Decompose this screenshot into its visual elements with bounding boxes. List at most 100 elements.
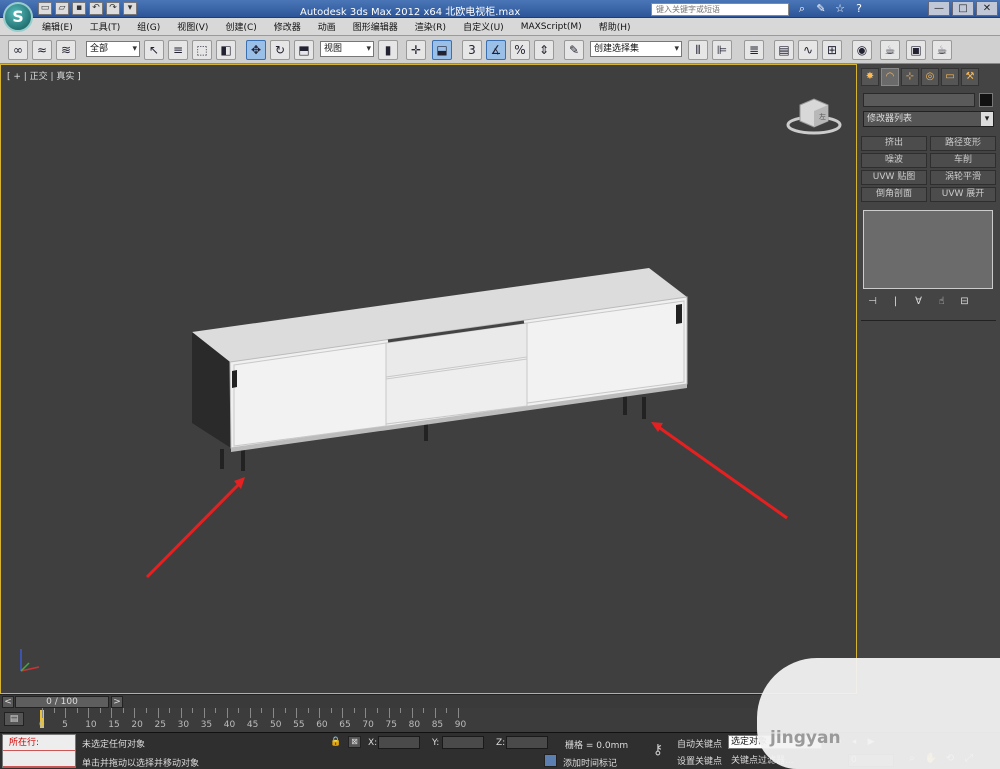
menu-rendering[interactable]: 渲染(R) [415, 20, 446, 33]
save-file-icon[interactable]: ▪ [72, 2, 86, 15]
render-setup-icon[interactable]: ☕ [880, 40, 900, 60]
perspective-viewport[interactable]: [ + | 正交 | 真实 ] 左 [0, 64, 857, 694]
select-manipulate-icon[interactable]: ✛ [406, 40, 426, 60]
window-crossing-icon[interactable]: ◧ [216, 40, 236, 60]
curve-editor-icon[interactable]: ∿ [798, 40, 818, 60]
display-tab-icon[interactable]: ▭ [941, 68, 959, 86]
maxscript-listener[interactable]: 所在行: [2, 734, 76, 768]
remove-modifier-icon[interactable]: ☝ [934, 295, 949, 309]
menu-create[interactable]: 创建(C) [225, 20, 256, 33]
time-slider[interactable]: < 0 / 100 > [0, 694, 857, 708]
menu-animation[interactable]: 动画 [318, 20, 336, 33]
modifier-button[interactable]: 噪波 [861, 153, 927, 168]
modify-tab-icon[interactable]: ◠ [881, 68, 899, 86]
modifier-button[interactable]: 挤出 [861, 136, 927, 151]
modifier-stack[interactable] [863, 210, 993, 289]
menu-views[interactable]: 视图(V) [177, 20, 208, 33]
make-unique-icon[interactable]: ∀ [911, 295, 926, 309]
app-logo[interactable]: S [3, 2, 33, 32]
add-time-tag-icon[interactable] [544, 754, 557, 767]
selection-filter-dropdown[interactable]: 全部 [86, 41, 140, 57]
named-selection-dropdown[interactable]: 创建选择集 [590, 41, 682, 57]
modifier-button[interactable]: UVW 贴图 [861, 170, 927, 185]
angle-snap-icon[interactable]: ∡ [486, 40, 506, 60]
link-icon[interactable]: ∞ [8, 40, 28, 60]
y-coordinate-field[interactable] [442, 736, 484, 749]
menu-edit[interactable]: 编辑(E) [42, 20, 73, 33]
modifier-button[interactable]: 涡轮平滑 [930, 170, 996, 185]
set-key-button[interactable]: 设置关键点 [677, 754, 722, 767]
set-key-icon[interactable]: ⚷ [645, 739, 671, 761]
maxscript-line [3, 751, 75, 767]
edit-named-selection-icon[interactable]: ✎ [564, 40, 584, 60]
rectangular-selection-icon[interactable]: ⬚ [192, 40, 212, 60]
track-bar-toggle-icon[interactable]: ▤ [4, 712, 24, 726]
tools-icon[interactable]: ✎ [814, 2, 828, 16]
select-and-move-icon[interactable]: ✥ [246, 40, 266, 60]
select-and-rotate-icon[interactable]: ↻ [270, 40, 290, 60]
help-icon[interactable]: ? [852, 2, 866, 16]
menu-maxscript[interactable]: MAXScript(M) [521, 22, 582, 32]
select-by-name-icon[interactable]: ≡ [168, 40, 188, 60]
new-file-icon[interactable]: ▭ [38, 2, 52, 15]
search-input[interactable]: 键入关键字或短语 [651, 3, 789, 16]
track-bar[interactable]: ▤ 0 5 10 15 20 25 30 35 40 45 50 55 60 65 70 75 80 85 90 [0, 708, 857, 732]
modifier-list-dropdown[interactable]: 修改器列表 [863, 111, 994, 127]
redo-icon[interactable]: ↷ [106, 2, 120, 15]
bind-space-warp-icon[interactable]: ≋ [56, 40, 76, 60]
undo-icon[interactable]: ↶ [89, 2, 103, 15]
modifier-button[interactable]: 倒角剖面 [861, 187, 927, 202]
modifier-button[interactable]: 车削 [930, 153, 996, 168]
binoculars-icon[interactable]: ⌕ [795, 2, 809, 16]
percent-snap-icon[interactable]: % [510, 40, 530, 60]
mirror-icon[interactable]: ⫴ [688, 40, 708, 60]
render-teapot-icon[interactable]: ☕ [932, 40, 952, 60]
pivot-center-icon[interactable]: ▮ [378, 40, 398, 60]
time-next-button[interactable]: > [111, 696, 123, 708]
time-prev-button[interactable]: < [2, 696, 14, 708]
graphite-tools-icon[interactable]: ▤ [774, 40, 794, 60]
object-color-swatch[interactable] [979, 93, 993, 107]
star-icon[interactable]: ☆ [833, 2, 847, 16]
time-slider-thumb[interactable]: 0 / 100 [15, 696, 109, 708]
rendered-frame-icon[interactable]: ▣ [906, 40, 926, 60]
minimize-button[interactable]: — [928, 1, 950, 16]
utilities-tab-icon[interactable]: ⚒ [961, 68, 979, 86]
spinner-snap-icon[interactable]: ⇕ [534, 40, 554, 60]
modifier-button[interactable]: 路径变形 [930, 136, 996, 151]
hierarchy-tab-icon[interactable]: ⊹ [901, 68, 919, 86]
layer-manager-icon[interactable]: ≣ [744, 40, 764, 60]
select-and-scale-icon[interactable]: ⬒ [294, 40, 314, 60]
x-coordinate-field[interactable] [378, 736, 420, 749]
menu-help[interactable]: 帮助(H) [599, 20, 631, 33]
schematic-view-icon[interactable]: ⊞ [822, 40, 842, 60]
create-tab-icon[interactable]: ✸ [861, 68, 879, 86]
maximize-button[interactable]: □ [952, 1, 974, 16]
open-file-icon[interactable]: ▱ [55, 2, 69, 15]
absolute-mode-icon[interactable]: ⊠ [348, 736, 361, 748]
snaps-toggle-icon[interactable]: 3 [462, 40, 482, 60]
auto-key-button[interactable]: 自动关键点 [677, 737, 722, 750]
dropdown-icon[interactable]: ▾ [123, 2, 137, 15]
close-button[interactable]: ✕ [976, 1, 998, 16]
reference-coordinate-dropdown[interactable]: 视图 [320, 41, 374, 57]
configure-sets-icon[interactable]: ⊟ [957, 295, 972, 309]
align-icon[interactable]: ⊫ [712, 40, 732, 60]
material-editor-icon[interactable]: ◉ [852, 40, 872, 60]
modifier-button[interactable]: UVW 展开 [930, 187, 996, 202]
object-name-field[interactable] [863, 93, 975, 107]
pin-stack-icon[interactable]: ⊣ [865, 295, 880, 309]
z-coordinate-field[interactable] [506, 736, 548, 749]
keyboard-shortcut-override-icon[interactable]: ⬓ [432, 40, 452, 60]
menu-graph-editors[interactable]: 图形编辑器 [353, 20, 398, 33]
selection-lock-icon[interactable]: 🔒 [330, 737, 341, 747]
menu-modifiers[interactable]: 修改器 [274, 20, 301, 33]
motion-tab-icon[interactable]: ◎ [921, 68, 939, 86]
add-time-tag[interactable]: 添加时间标记 [563, 756, 617, 769]
unlink-icon[interactable]: ≈ [32, 40, 52, 60]
show-end-result-icon[interactable]: | [888, 295, 903, 309]
menu-tools[interactable]: 工具(T) [90, 20, 121, 33]
select-object-icon[interactable]: ↖ [144, 40, 164, 60]
menu-customize[interactable]: 自定义(U) [463, 20, 504, 33]
menu-group[interactable]: 组(G) [137, 20, 160, 33]
